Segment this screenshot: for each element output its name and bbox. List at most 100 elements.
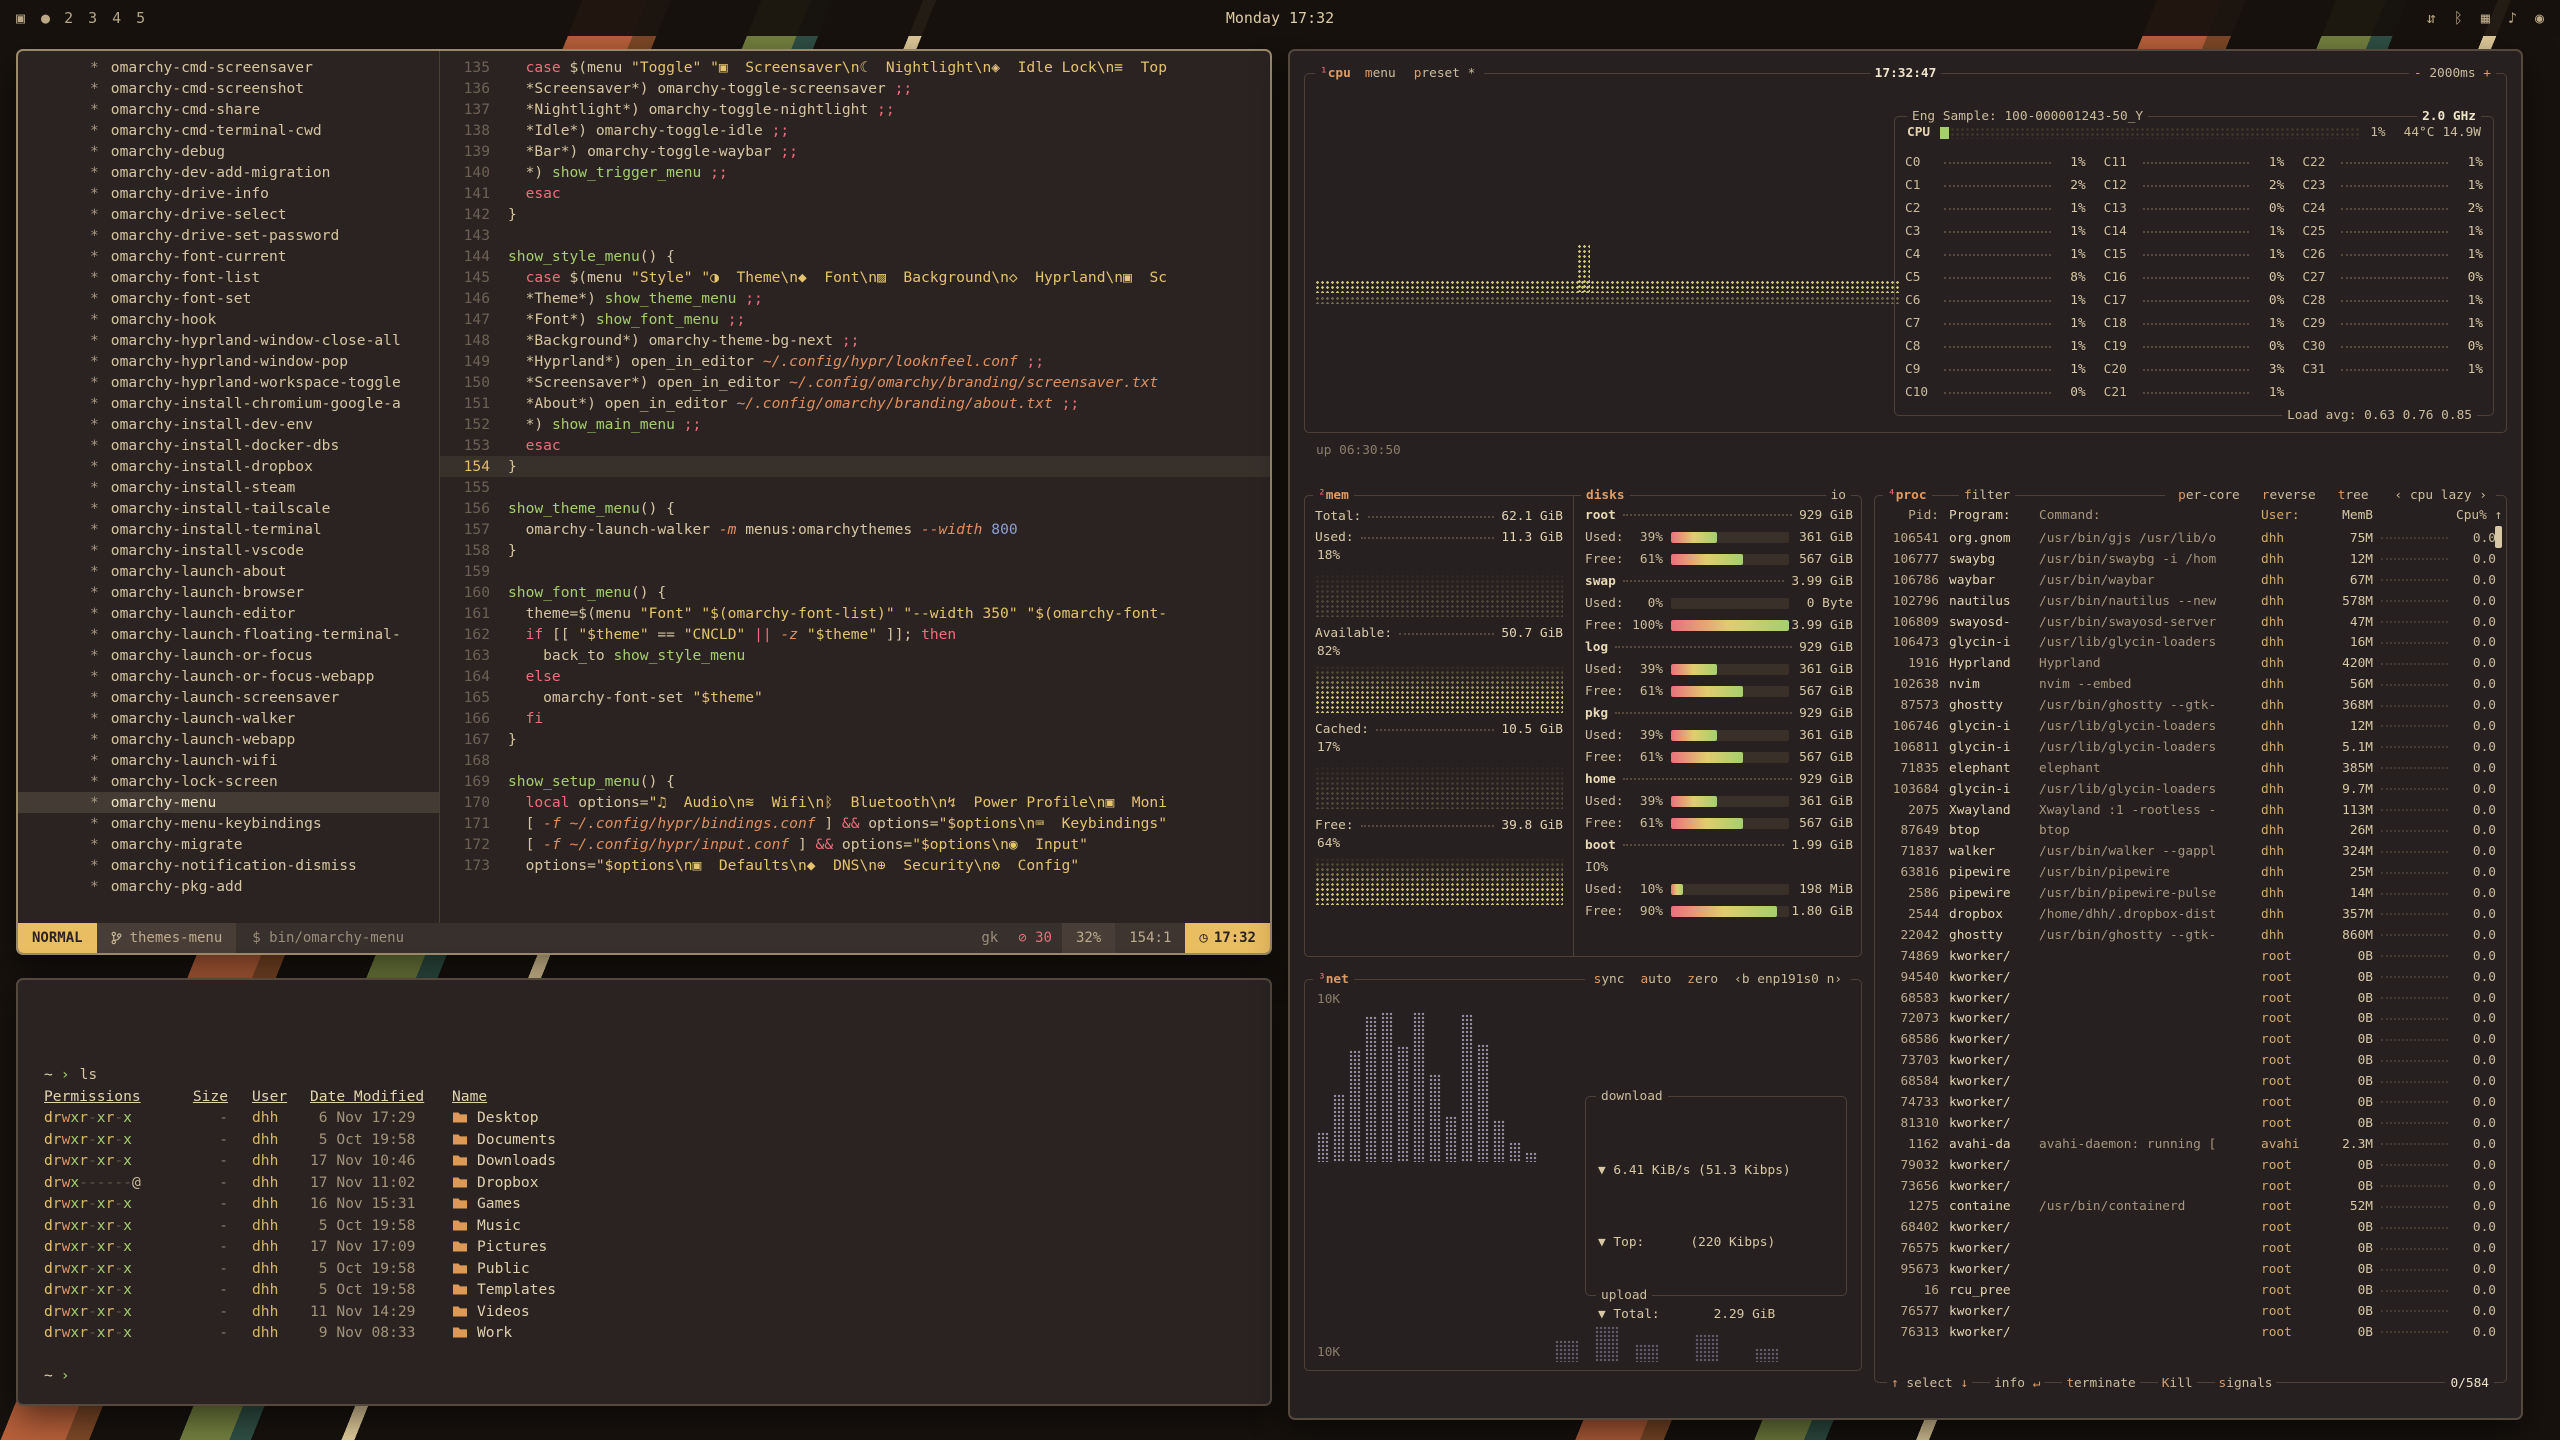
- process-row[interactable]: 87573ghostty/usr/bin/ghostty --gtk-dhh36…: [1875, 695, 2506, 716]
- code-line[interactable]: 173 options="$options\n▣ Defaults\n◆ DNS…: [440, 855, 1270, 876]
- auto-button[interactable]: auto: [1636, 971, 1675, 988]
- process-row[interactable]: 102796nautilus/usr/bin/nautilus --newdhh…: [1875, 591, 2506, 612]
- code-line[interactable]: 145 case $(menu "Style" "◑ Theme\n◆ Font…: [440, 267, 1270, 288]
- file-item[interactable]: *omarchy-menu-keybindings: [18, 813, 439, 834]
- process-row[interactable]: 73703kworker/root0B0.0: [1875, 1050, 2506, 1071]
- code-lines[interactable]: 135 case $(menu "Toggle" "▣ Screensaver\…: [440, 51, 1270, 923]
- process-row[interactable]: 71837walker/usr/bin/walker --gappldhh324…: [1875, 841, 2506, 862]
- process-row[interactable]: 106746glycin-i/usr/lib/glycin-loadersdhh…: [1875, 716, 2506, 737]
- launcher-icon[interactable]: ▣: [16, 9, 25, 27]
- code-line[interactable]: 161 theme=$(menu "Font" "$(omarchy-font-…: [440, 603, 1270, 624]
- file-item[interactable]: *omarchy-cmd-terminal-cwd: [18, 120, 439, 141]
- file-item[interactable]: *omarchy-launch-or-focus-webapp: [18, 666, 439, 687]
- file-item[interactable]: *omarchy-launch-editor: [18, 603, 439, 624]
- process-row[interactable]: 81310kworker/root0B0.0: [1875, 1113, 2506, 1134]
- process-row[interactable]: 72073kworker/root0B0.0: [1875, 1008, 2506, 1029]
- bluetooth-icon[interactable]: ᛒ: [2454, 9, 2463, 27]
- process-row[interactable]: 68402kworker/root0B0.0: [1875, 1217, 2506, 1238]
- code-line[interactable]: 141 esac: [440, 183, 1270, 204]
- btop-window[interactable]: ¹cpu menupreset * 17:32:47 - 2000ms + En…: [1288, 49, 2523, 1420]
- code-line[interactable]: 138 *Idle*) omarchy-toggle-idle ;;: [440, 120, 1270, 141]
- file-item[interactable]: *omarchy-cmd-screenshot: [18, 78, 439, 99]
- process-row[interactable]: 106811glycin-i/usr/lib/glycin-loadersdhh…: [1875, 737, 2506, 758]
- file-item[interactable]: *omarchy-launch-about: [18, 561, 439, 582]
- process-row[interactable]: 68584kworker/root0B0.0: [1875, 1071, 2506, 1092]
- code-line[interactable]: 166 fi: [440, 708, 1270, 729]
- file-item[interactable]: *omarchy-pkg-add: [18, 876, 439, 897]
- code-line[interactable]: 172 [ -f ~/.config/hypr/input.conf ] && …: [440, 834, 1270, 855]
- file-item[interactable]: *omarchy-font-list: [18, 267, 439, 288]
- code-line[interactable]: 151 *About*) open_in_editor ~/.config/om…: [440, 393, 1270, 414]
- prompt-line-empty[interactable]: ~›: [44, 1365, 1244, 1387]
- file-item[interactable]: *omarchy-install-terminal: [18, 519, 439, 540]
- file-item[interactable]: *omarchy-debug: [18, 141, 439, 162]
- code-line[interactable]: 136 *Screensaver*) omarchy-toggle-screen…: [440, 78, 1270, 99]
- file-item[interactable]: *omarchy-menu: [18, 792, 439, 813]
- signals-button[interactable]: signals: [2215, 1376, 2277, 1391]
- file-item[interactable]: *omarchy-lock-screen: [18, 771, 439, 792]
- process-row[interactable]: 74733kworker/root0B0.0: [1875, 1092, 2506, 1113]
- kill-button[interactable]: Kill: [2158, 1376, 2197, 1391]
- file-item[interactable]: *omarchy-install-dropbox: [18, 456, 439, 477]
- code-line[interactable]: 154}: [440, 456, 1270, 477]
- code-line[interactable]: 169show_setup_menu() {: [440, 771, 1270, 792]
- process-row[interactable]: 106473glycin-i/usr/lib/glycin-loadersdhh…: [1875, 632, 2506, 653]
- info-button[interactable]: info ↵: [1990, 1376, 2044, 1391]
- code-line[interactable]: 153 esac: [440, 435, 1270, 456]
- code-line[interactable]: 165 omarchy-font-set "$theme": [440, 687, 1270, 708]
- file-item[interactable]: *omarchy-font-current: [18, 246, 439, 267]
- tree-button[interactable]: tree: [2334, 487, 2373, 504]
- process-row[interactable]: 73656kworker/root0B0.0: [1875, 1176, 2506, 1197]
- code-line[interactable]: 135 case $(menu "Toggle" "▣ Screensaver\…: [440, 57, 1270, 78]
- file-item[interactable]: *omarchy-launch-floating-terminal-: [18, 624, 439, 645]
- process-row[interactable]: 71835elephantelephantdhh385M0.0: [1875, 758, 2506, 779]
- select-buttons[interactable]: ↑ select ↓: [1887, 1376, 1972, 1391]
- workspace-4[interactable]: 4: [112, 9, 121, 27]
- process-row[interactable]: 103684glycin-i/usr/lib/glycin-loadersdhh…: [1875, 779, 2506, 800]
- file-item[interactable]: *omarchy-install-vscode: [18, 540, 439, 561]
- sync-button[interactable]: sync: [1590, 971, 1629, 988]
- code-line[interactable]: 160show_font_menu() {: [440, 582, 1270, 603]
- file-item[interactable]: *omarchy-hyprland-window-pop: [18, 351, 439, 372]
- process-row[interactable]: 1162avahi-daavahi-daemon: running [avahi…: [1875, 1134, 2506, 1155]
- workspace-3[interactable]: 3: [88, 9, 97, 27]
- file-item[interactable]: *omarchy-install-dev-env: [18, 414, 439, 435]
- file-item[interactable]: *omarchy-drive-info: [18, 183, 439, 204]
- code-line[interactable]: 157 omarchy-launch-walker -m menus:omarc…: [440, 519, 1270, 540]
- file-item[interactable]: *omarchy-launch-walker: [18, 708, 439, 729]
- terminate-button[interactable]: terminate: [2062, 1376, 2139, 1391]
- code-line[interactable]: 162 if [[ "$theme" == "CNCLD" || -z "$th…: [440, 624, 1270, 645]
- file-item[interactable]: *omarchy-hyprland-workspace-toggle: [18, 372, 439, 393]
- display-icon[interactable]: ▦: [2481, 9, 2490, 27]
- file-item[interactable]: *omarchy-font-set: [18, 288, 439, 309]
- process-row[interactable]: 106809swayosd-/usr/bin/swayosd-serverdhh…: [1875, 612, 2506, 633]
- process-row[interactable]: 76313kworker/root0B0.0: [1875, 1322, 2506, 1343]
- neovim-window[interactable]: *omarchy-cmd-screensaver*omarchy-cmd-scr…: [16, 49, 1272, 955]
- code-line[interactable]: 171 [ -f ~/.config/hypr/bindings.conf ] …: [440, 813, 1270, 834]
- code-line[interactable]: 139 *Bar*) omarchy-toggle-waybar ;;: [440, 141, 1270, 162]
- file-item[interactable]: *omarchy-launch-wifi: [18, 750, 439, 771]
- process-row[interactable]: 106777swaybg/usr/bin/swaybg -i /homdhh12…: [1875, 549, 2506, 570]
- process-row[interactable]: 1275containe/usr/bin/containerdroot52M0.…: [1875, 1197, 2506, 1218]
- file-item[interactable]: *omarchy-cmd-screensaver: [18, 57, 439, 78]
- file-item[interactable]: *omarchy-drive-set-password: [18, 225, 439, 246]
- process-row[interactable]: 68583kworker/root0B0.0: [1875, 988, 2506, 1009]
- file-item[interactable]: *omarchy-hyprland-window-close-all: [18, 330, 439, 351]
- code-line[interactable]: 148 *Background*) omarchy-theme-bg-next …: [440, 330, 1270, 351]
- code-line[interactable]: 155: [440, 477, 1270, 498]
- menu-button[interactable]: menu: [1361, 65, 1400, 82]
- code-line[interactable]: 146 *Theme*) show_theme_menu ;;: [440, 288, 1270, 309]
- reverse-button[interactable]: reverse: [2258, 487, 2320, 504]
- network-icon[interactable]: ⇵: [2427, 9, 2436, 27]
- process-row[interactable]: 76577kworker/root0B0.0: [1875, 1301, 2506, 1322]
- file-item[interactable]: *omarchy-install-tailscale: [18, 498, 439, 519]
- process-row[interactable]: 106541org.gnom/usr/bin/gjs /usr/lib/odhh…: [1875, 528, 2506, 549]
- process-row[interactable]: 2586pipewire/usr/bin/pipewire-pulsedhh14…: [1875, 883, 2506, 904]
- terminal-window[interactable]: ~›ls PermissionsSizeUserDate ModifiedNam…: [16, 978, 1272, 1406]
- filter-button[interactable]: filter: [1959, 487, 2015, 504]
- process-row[interactable]: 95673kworker/root0B0.0: [1875, 1259, 2506, 1280]
- process-row[interactable]: 106786waybar/usr/bin/waybardhh67M0.0: [1875, 570, 2506, 591]
- code-line[interactable]: 156show_theme_menu() {: [440, 498, 1270, 519]
- file-item[interactable]: *omarchy-install-steam: [18, 477, 439, 498]
- code-line[interactable]: 143: [440, 225, 1270, 246]
